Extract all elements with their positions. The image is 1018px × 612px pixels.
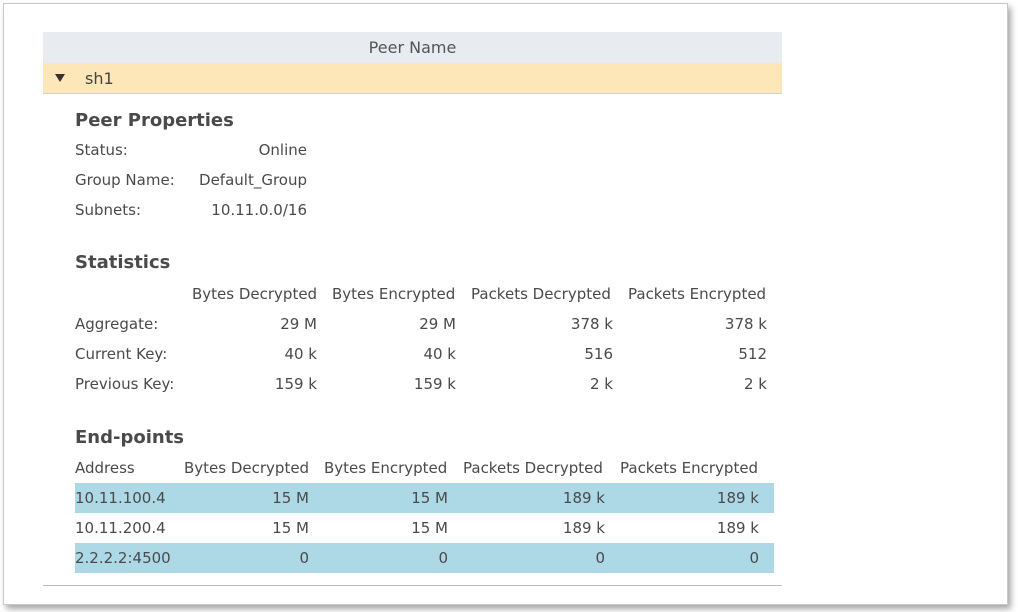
endpoint-cell: 15 M: [272, 489, 309, 507]
stats-cell: 516: [584, 345, 613, 363]
stats-cell: 2 k: [590, 375, 613, 393]
endpoint-cell: 189 k: [562, 489, 605, 507]
stats-row-label: Aggregate:: [75, 315, 159, 333]
endpoint-cell: 0: [595, 549, 605, 567]
endpoints-col-bytes-encrypted: Bytes Encrypted: [324, 459, 448, 477]
group-name-label: Group Name:: [75, 171, 175, 189]
table-bottom-divider: [43, 585, 782, 586]
stats-col-bytes-encrypted: Bytes Encrypted: [332, 285, 456, 303]
endpoint-cell: 189 k: [562, 519, 605, 537]
endpoint-address[interactable]: 10.11.200.4: [75, 519, 166, 537]
group-name-value: Default_Group: [199, 171, 307, 189]
stats-cell: 378 k: [724, 315, 767, 333]
column-header-label: Peer Name: [368, 38, 457, 57]
endpoints-title: End-points: [75, 427, 185, 448]
expand-triangle-icon[interactable]: [55, 74, 65, 82]
endpoint-cell: 189 k: [716, 519, 759, 537]
peer-properties-title: Peer Properties: [75, 110, 234, 131]
stats-col-bytes-decrypted: Bytes Decrypted: [192, 285, 318, 303]
endpoints-col-packets-decrypted: Packets Decrypted: [463, 459, 603, 477]
stats-row-label: Current Key:: [75, 345, 168, 363]
stats-cell: 512: [738, 345, 767, 363]
endpoint-address: 10.11.100.4: [75, 489, 166, 507]
status-value: Online: [258, 141, 307, 159]
peer-row-sh1[interactable]: sh1: [43, 63, 782, 94]
endpoints-col-bytes-decrypted: Bytes Decrypted: [184, 459, 310, 477]
endpoints-col-address: Address: [75, 459, 135, 477]
statistics-title: Statistics: [75, 252, 171, 273]
stats-cell: 159 k: [274, 375, 317, 393]
subnets-label: Subnets:: [75, 201, 142, 219]
endpoint-address: 2.2.2.2:4500: [75, 549, 171, 567]
stats-cell: 29 M: [419, 315, 456, 333]
endpoint-cell: 15 M: [411, 519, 448, 537]
screenshot-frame: Peer Name sh1 Peer Properties Status: On…: [3, 3, 1008, 605]
peer-name: sh1: [85, 68, 114, 88]
stats-row-label: Previous Key:: [75, 375, 175, 393]
endpoint-cell: 189 k: [716, 489, 759, 507]
status-label: Status:: [75, 141, 128, 159]
endpoint-cell: 0: [438, 549, 448, 567]
endpoint-cell: 0: [749, 549, 759, 567]
endpoints-col-packets-encrypted: Packets Encrypted: [620, 459, 759, 477]
stats-cell: 378 k: [570, 315, 613, 333]
endpoint-cell: 0: [299, 549, 309, 567]
stats-col-packets-decrypted: Packets Decrypted: [471, 285, 611, 303]
peer-table: Peer Name sh1 Peer Properties Status: On…: [43, 32, 782, 586]
stats-cell: 159 k: [413, 375, 456, 393]
stats-cell: 40 k: [423, 345, 456, 363]
endpoint-cell: 15 M: [411, 489, 448, 507]
subnets-value: 10.11.0.0/16: [211, 201, 307, 219]
column-header-peer-name[interactable]: Peer Name: [43, 32, 782, 63]
endpoint-cell: 15 M: [272, 519, 309, 537]
stats-col-packets-encrypted: Packets Encrypted: [628, 285, 767, 303]
stats-cell: 40 k: [284, 345, 317, 363]
stats-cell: 29 M: [280, 315, 317, 333]
stats-cell: 2 k: [744, 375, 767, 393]
